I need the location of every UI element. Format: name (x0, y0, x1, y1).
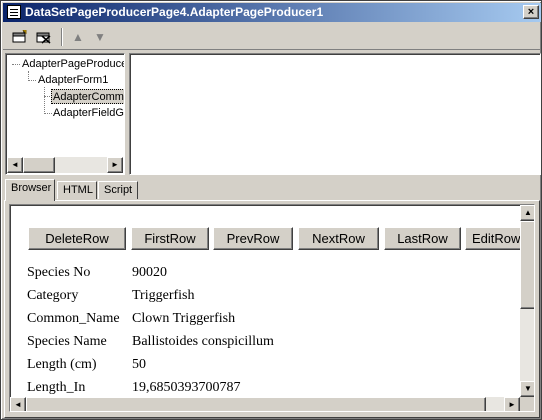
scroll-up-button[interactable]: ▲ (520, 205, 534, 221)
field-value: Ballistoides conspicillum (132, 334, 274, 349)
scroll-down-button[interactable]: ▼ (520, 381, 534, 397)
tree-connector (44, 87, 45, 114)
delete-row-button[interactable]: DeleteRow (28, 227, 126, 250)
scroll-thumb[interactable] (520, 221, 534, 309)
new-item-button[interactable] (9, 27, 31, 47)
field-value: Triggerfish (132, 288, 195, 303)
last-row-button[interactable]: LastRow (384, 227, 461, 250)
arrow-down-icon: ▼ (94, 30, 106, 44)
browser-content: DeleteRow FirstRow PrevRow NextRow LastR… (10, 205, 520, 397)
tree-item-adapter-field-group[interactable]: AdapterFieldGroup1 (53, 106, 124, 121)
tree-item-adapter-form[interactable]: AdapterForm1 (38, 73, 108, 88)
scroll-thumb[interactable] (23, 157, 55, 173)
title-bar[interactable]: DataSetPageProducerPage4.AdapterPageProd… (3, 3, 541, 22)
edit-row-button[interactable]: EditRow (465, 227, 520, 250)
scroll-right-button[interactable]: ► (504, 397, 520, 411)
field-label: Category (27, 288, 79, 303)
field-label: Length_In (27, 380, 86, 395)
delete-item-icon (36, 32, 51, 44)
tree-item-adapter-command-group[interactable]: AdapterCommandGroup1 (51, 89, 124, 104)
move-up-button[interactable]: ▲ (67, 27, 89, 47)
arrow-right-icon: ► (111, 160, 119, 169)
new-item-icon (12, 29, 27, 43)
window-title: DataSetPageProducerPage4.AdapterPageProd… (25, 5, 324, 19)
first-row-button[interactable]: FirstRow (131, 227, 209, 250)
close-button[interactable]: × (523, 5, 539, 19)
component-list-panel[interactable] (129, 53, 541, 175)
next-row-button[interactable]: NextRow (298, 227, 379, 250)
arrow-down-icon: ▼ (524, 384, 532, 393)
move-down-button[interactable]: ▼ (89, 27, 111, 47)
scrollbar-corner (520, 397, 534, 411)
arrow-up-icon: ▲ (524, 208, 532, 217)
field-value: 19,6850393700787 (132, 380, 241, 395)
scroll-right-button[interactable]: ► (107, 157, 123, 173)
arrow-up-icon: ▲ (72, 30, 84, 44)
browser-preview: DeleteRow FirstRow PrevRow NextRow LastR… (9, 204, 535, 412)
toolbar: ▲ ▼ (3, 24, 541, 50)
field-value: 90020 (132, 265, 167, 280)
vertical-scrollbar[interactable]: ▲ ▼ (520, 205, 534, 397)
arrow-left-icon: ◄ (11, 160, 19, 169)
field-value: Clown Triggerfish (132, 311, 236, 326)
tab-html[interactable]: HTML (57, 181, 97, 199)
tab-script[interactable]: Script (98, 181, 138, 199)
arrow-right-icon: ► (508, 400, 516, 409)
toolbar-separator (61, 28, 63, 46)
tree-connector (12, 64, 20, 65)
arrow-left-icon: ◄ (14, 400, 22, 409)
tree-connector (44, 96, 50, 97)
prev-row-button[interactable]: PrevRow (213, 227, 293, 250)
delete-item-button[interactable] (33, 27, 55, 47)
scroll-left-button[interactable]: ◄ (10, 397, 26, 411)
tree-item-adapter-page-producer[interactable]: AdapterPageProducer1 (22, 57, 124, 72)
scroll-thumb[interactable] (26, 397, 486, 411)
horizontal-scrollbar[interactable]: ◄ ► (10, 397, 520, 411)
field-label: Length (cm) (27, 357, 97, 372)
tree-connector (28, 80, 36, 81)
field-label: Species No (27, 265, 91, 280)
field-value: 50 (132, 357, 146, 372)
scroll-left-button[interactable]: ◄ (7, 157, 23, 173)
field-label: Species Name (27, 334, 107, 349)
tree-connector (44, 113, 52, 114)
tree-horizontal-scrollbar[interactable]: ◄ ► (7, 157, 123, 173)
field-label: Common_Name (27, 311, 120, 326)
tab-browser[interactable]: Browser (5, 179, 55, 201)
form-icon (7, 5, 21, 19)
designer-window: DataSetPageProducerPage4.AdapterPageProd… (0, 0, 542, 420)
